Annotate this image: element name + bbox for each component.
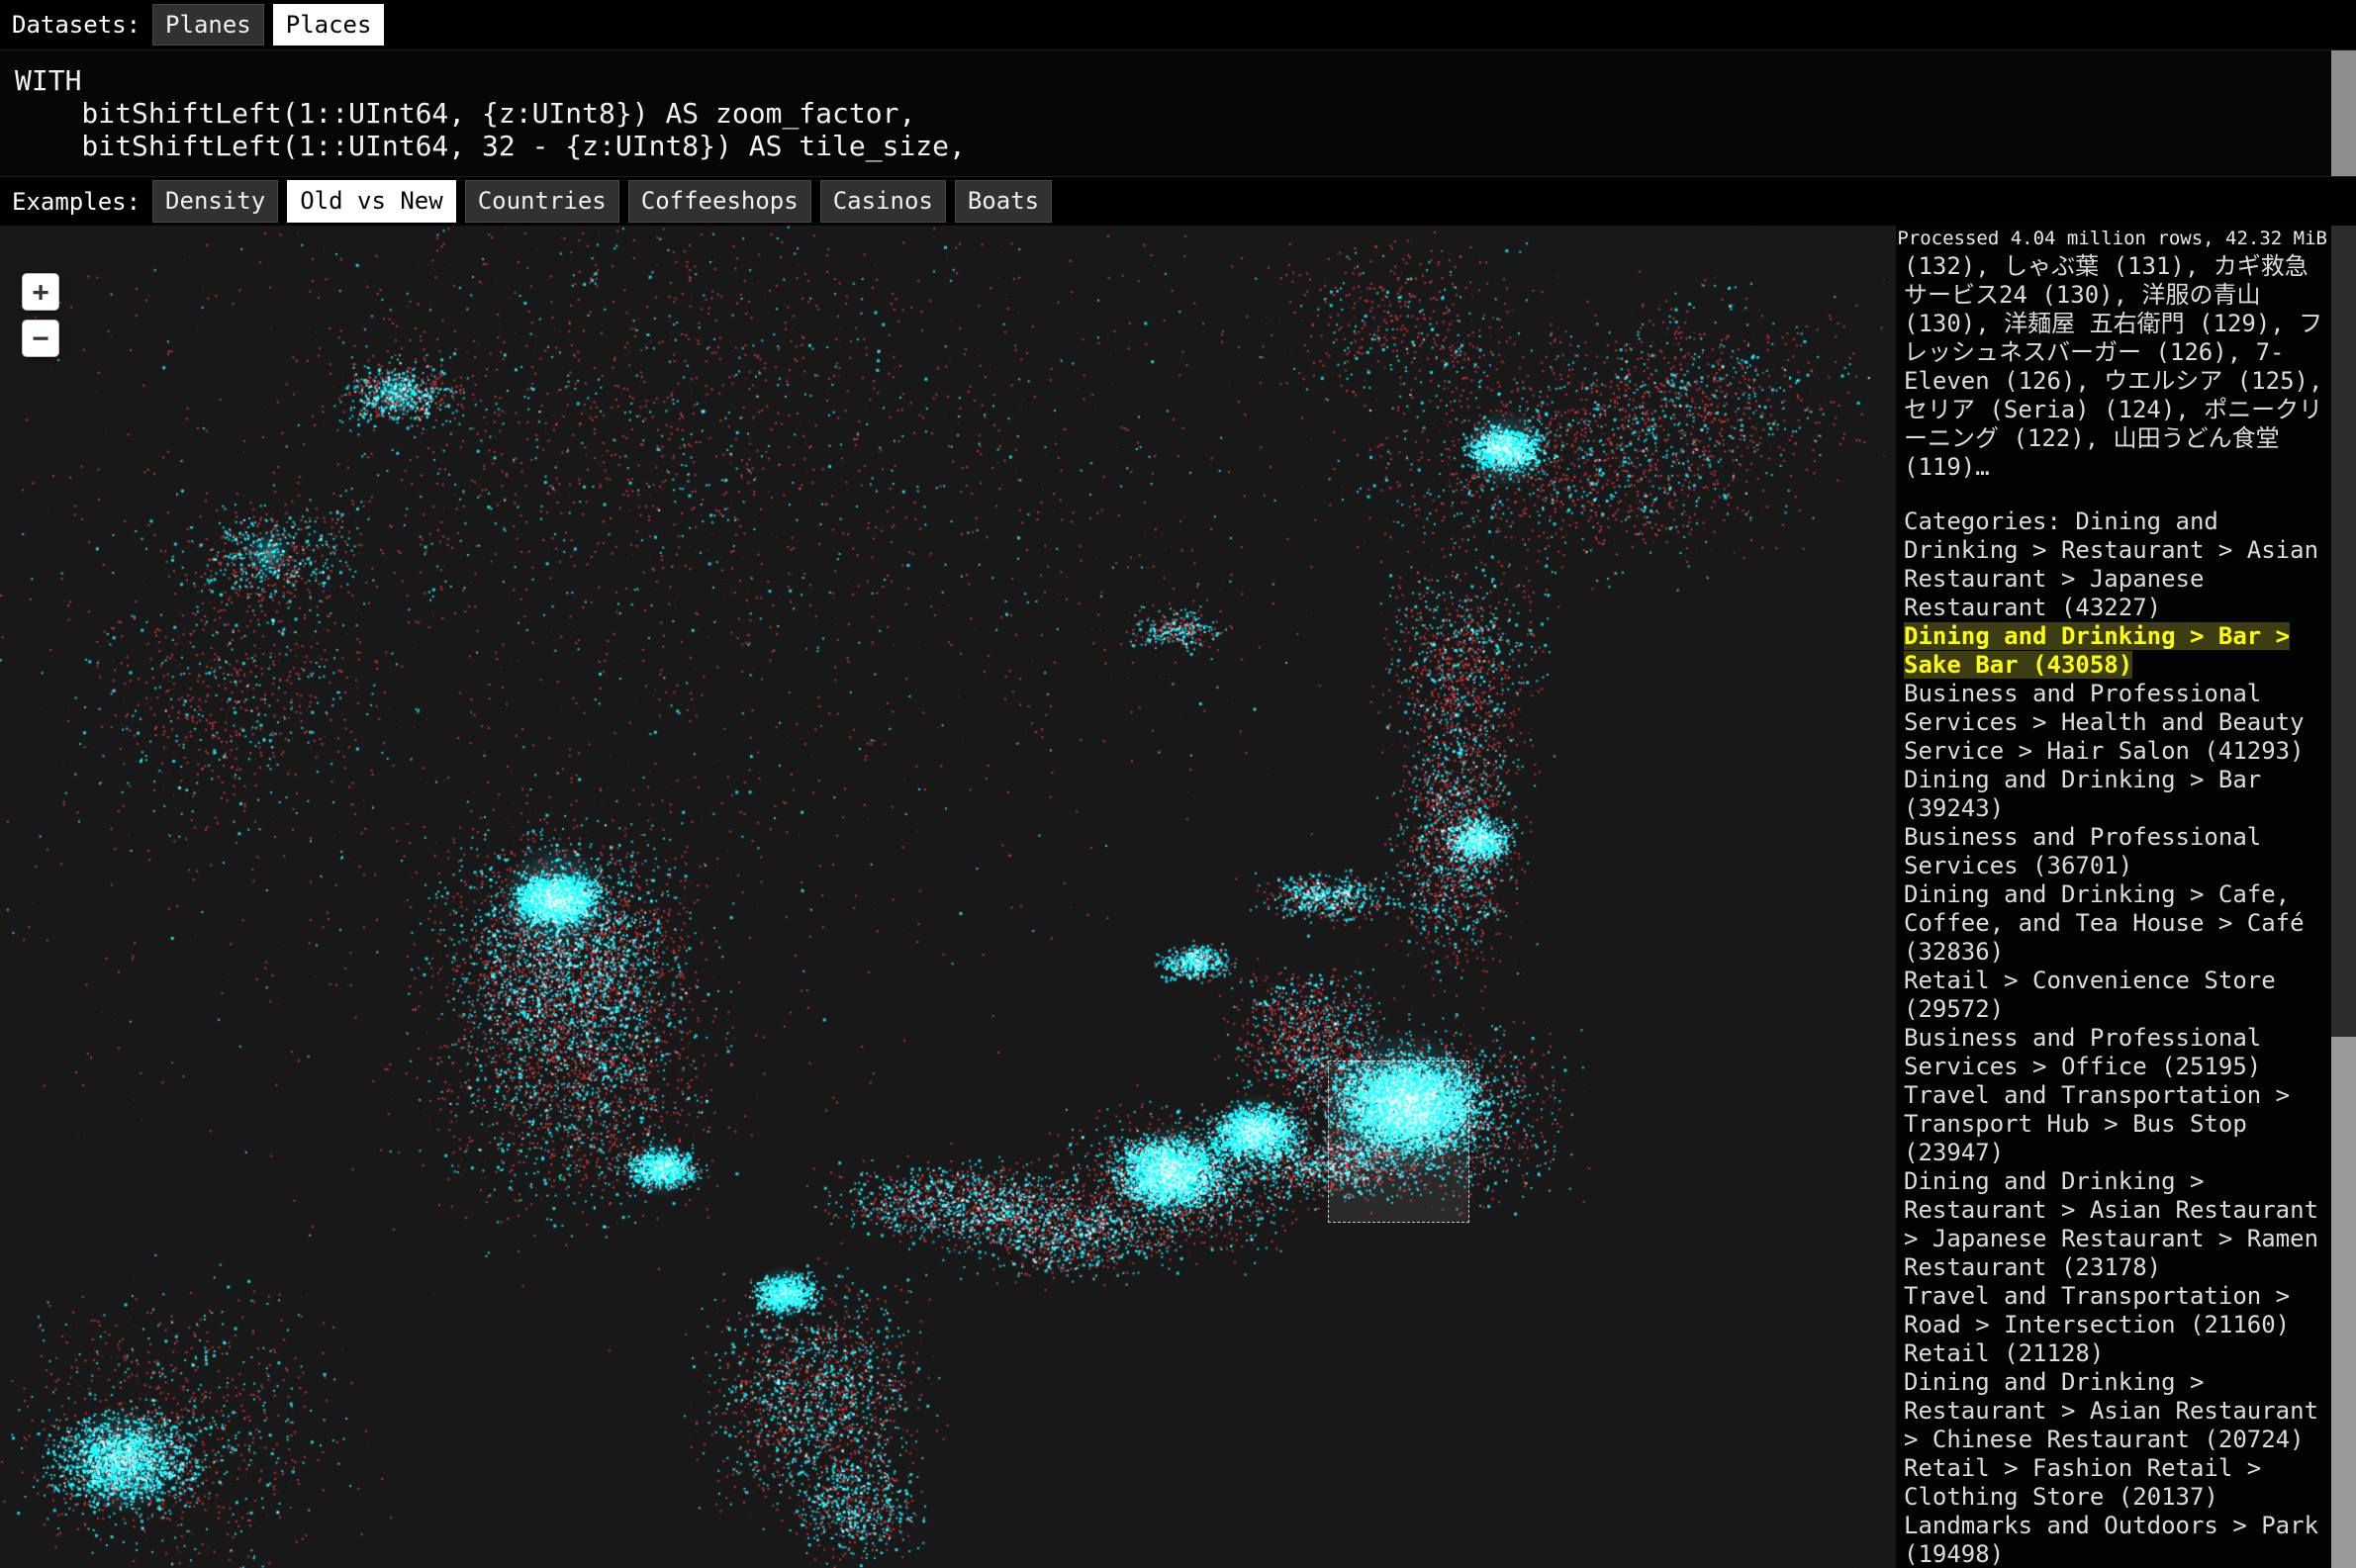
sidebar-scrollbar[interactable] (2331, 226, 2356, 1568)
map-points-canvas[interactable] (0, 226, 1896, 1568)
top-brands-text: (132), しゃぶ葉 (131), カギ救急サービス24 (130), 洋服の… (1904, 252, 2327, 482)
examples-bar: Examples: Density Old vs New Countries C… (0, 177, 2356, 226)
category-item: Dining and Drinking > Bar (39243) (1904, 766, 2327, 823)
map-selection-box[interactable] (1328, 1061, 1469, 1223)
category-item: Travel and Transportation > Road > Inter… (1904, 1282, 2327, 1339)
example-button-casinos[interactable]: Casinos (820, 180, 946, 222)
example-button-density[interactable]: Density (152, 180, 278, 222)
datasets-bar: Datasets: Planes Places (0, 0, 2356, 49)
category-item: Dining and Drinking > Cafe, Coffee, and … (1904, 880, 2327, 967)
category-item: Business and Professional Services > Off… (1904, 1024, 2327, 1081)
category-item: Landmarks and Outdoors > Park (19498) (1904, 1512, 2327, 1568)
category-item-highlighted: Dining and Drinking > Bar > Sake Bar (43… (1904, 622, 2327, 680)
categories-list: Categories: Dining and Drinking > Restau… (1904, 507, 2327, 1568)
dataset-button-places[interactable]: Places (273, 4, 385, 46)
category-item: Travel and Transportation > Transport Hu… (1904, 1081, 2327, 1167)
category-item: Business and Professional Services (3670… (1904, 823, 2327, 880)
category-text-highlighted: Dining and Drinking > Bar > Sake Bar (43… (1904, 622, 2290, 679)
example-button-old-vs-new[interactable]: Old vs New (287, 180, 456, 222)
sidebar-scrollbar-thumb[interactable] (2331, 1037, 2356, 1568)
example-button-boats[interactable]: Boats (955, 180, 1052, 222)
category-item: Retail > Convenience Store (29572) (1904, 967, 2327, 1024)
sql-editor[interactable]: WITH bitShiftLeft(1::UInt64, {z:UInt8}) … (0, 49, 2356, 177)
example-button-countries[interactable]: Countries (465, 180, 619, 222)
example-button-coffeeshops[interactable]: Coffeeshops (628, 180, 811, 222)
query-status: Processed 4.04 million rows, 42.32 MiB (1896, 226, 2327, 252)
category-item: Retail (21128) (1904, 1339, 2327, 1368)
category-item: Business and Professional Services > Hea… (1904, 680, 2327, 766)
category-item: Dining and Drinking > Restaurant > Asian… (1904, 1368, 2327, 1454)
category-item: Categories: Dining and Drinking > Restau… (1904, 507, 2327, 622)
zoom-out-button[interactable]: − (22, 320, 59, 357)
dataset-button-planes[interactable]: Planes (152, 4, 264, 46)
sql-query-text[interactable]: WITH bitShiftLeft(1::UInt64, {z:UInt8}) … (0, 50, 2356, 162)
sql-editor-scrollbar[interactable] (2331, 50, 2356, 176)
sql-editor-scrollbar-thumb[interactable] (2331, 50, 2356, 176)
map[interactable]: + − (0, 226, 1896, 1568)
stats-sidebar: Processed 4.04 million rows, 42.32 MiB (… (1896, 226, 2331, 1568)
datasets-label: Datasets: (12, 11, 141, 39)
category-item: Retail > Fashion Retail > Clothing Store… (1904, 1454, 2327, 1512)
map-zoom-control: + − (22, 273, 59, 366)
zoom-in-button[interactable]: + (22, 273, 59, 311)
categories-label: Categories: (1904, 507, 2075, 535)
examples-label: Examples: (12, 188, 141, 216)
category-item: Dining and Drinking > Restaurant > Asian… (1904, 1167, 2327, 1282)
